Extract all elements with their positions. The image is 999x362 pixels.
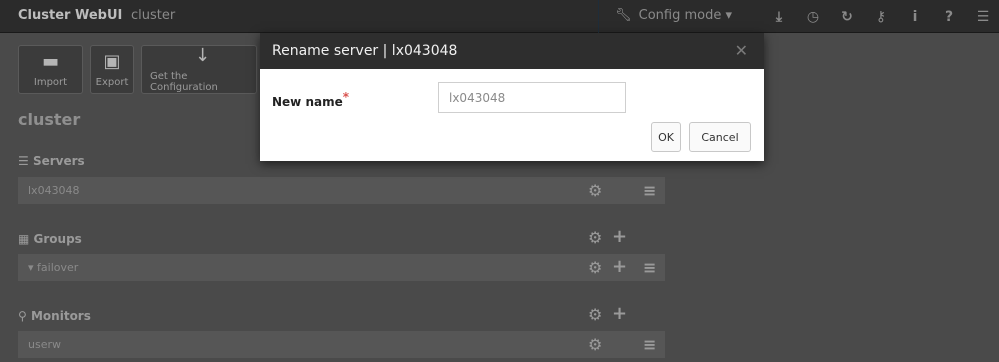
toolbar: ▬ Import ▣ Export ↓ Get the Configuratio…: [18, 45, 257, 94]
folder-open-icon: ▬: [41, 50, 59, 72]
app-title: Cluster WebUI: [18, 8, 123, 23]
group-name: failover: [37, 261, 79, 274]
group-row[interactable]: [18, 254, 665, 281]
new-name-label: New name*: [272, 90, 349, 109]
new-name-input[interactable]: [438, 82, 626, 113]
menu-icon[interactable]: ≡: [643, 335, 656, 354]
plus-icon[interactable]: +: [612, 226, 627, 247]
refresh-icon[interactable]: ↻: [830, 9, 864, 25]
gear-icon[interactable]: ⚙: [588, 335, 602, 354]
config-mode-dropdown[interactable]: 🔧︎ Config mode ▾: [598, 0, 762, 33]
export-button[interactable]: ▣ Export: [90, 45, 134, 94]
plus-icon[interactable]: +: [612, 256, 627, 277]
server-name[interactable]: lx043048: [28, 184, 80, 197]
gear-icon[interactable]: ⚙: [588, 258, 602, 277]
wrench-icon: 🔧︎: [615, 8, 632, 23]
download-icon[interactable]: ⤓: [762, 9, 796, 25]
gear-icon[interactable]: ⚙: [588, 228, 602, 247]
menu-icon[interactable]: ≡: [643, 181, 656, 200]
monitors-heading: ⚲ Monitors: [18, 309, 91, 323]
rename-server-dialog: Rename server | lx043048 ✕ New name* OK …: [260, 33, 764, 161]
info-icon[interactable]: i: [898, 9, 932, 25]
server-row[interactable]: [18, 177, 665, 204]
chevron-down-icon: ▾: [725, 8, 733, 23]
cluster-title: cluster: [18, 110, 81, 129]
close-icon[interactable]: ✕: [735, 41, 748, 60]
import-button[interactable]: ▬ Import: [18, 45, 83, 94]
arrow-down-icon: ↓: [195, 45, 211, 66]
top-bar: Cluster WebUI cluster 🔧︎ Config mode ▾ ⤓…: [0, 0, 999, 33]
cancel-button[interactable]: Cancel: [689, 122, 751, 152]
new-name-label-text: New name: [272, 95, 343, 109]
help-icon[interactable]: ?: [932, 9, 966, 25]
export-label: Export: [95, 76, 129, 88]
monitor-name[interactable]: userw: [28, 338, 61, 351]
clock-icon[interactable]: ◷: [796, 9, 830, 25]
grid-icon: ▦: [18, 232, 30, 246]
caret-down-icon: ▾: [28, 261, 34, 274]
config-mode-label: Config mode: [638, 8, 722, 23]
menu-icon[interactable]: ☰: [966, 9, 999, 25]
dialog-header: Rename server | lx043048 ✕: [260, 33, 764, 69]
import-label: Import: [33, 76, 68, 88]
ok-button[interactable]: OK: [651, 122, 681, 152]
servers-heading: ☰ Servers: [18, 154, 85, 168]
menu-icon[interactable]: ≡: [643, 258, 656, 277]
monitor-row[interactable]: [18, 331, 665, 358]
get-configuration-button[interactable]: ↓ Get the Configuration: [141, 45, 257, 94]
servers-heading-label: Servers: [32, 154, 85, 168]
required-mark: *: [342, 90, 350, 104]
search-icon: ⚲: [18, 309, 27, 323]
list-icon: ☰: [18, 154, 29, 168]
gear-icon[interactable]: ⚙: [588, 305, 602, 324]
dialog-title: Rename server | lx043048: [272, 43, 458, 59]
gear-icon[interactable]: ⚙: [588, 181, 602, 200]
group-item[interactable]: ▾ failover: [28, 261, 78, 274]
save-icon: ▣: [103, 50, 121, 72]
plus-icon[interactable]: +: [612, 303, 627, 324]
groups-heading-label: Groups: [33, 232, 82, 246]
get-configuration-label: Get the Configuration: [150, 71, 218, 93]
cluster-name: cluster: [131, 8, 176, 23]
groups-heading: ▦ Groups: [18, 232, 82, 246]
monitors-heading-label: Monitors: [30, 309, 91, 323]
key-icon[interactable]: ⚷: [864, 9, 898, 25]
